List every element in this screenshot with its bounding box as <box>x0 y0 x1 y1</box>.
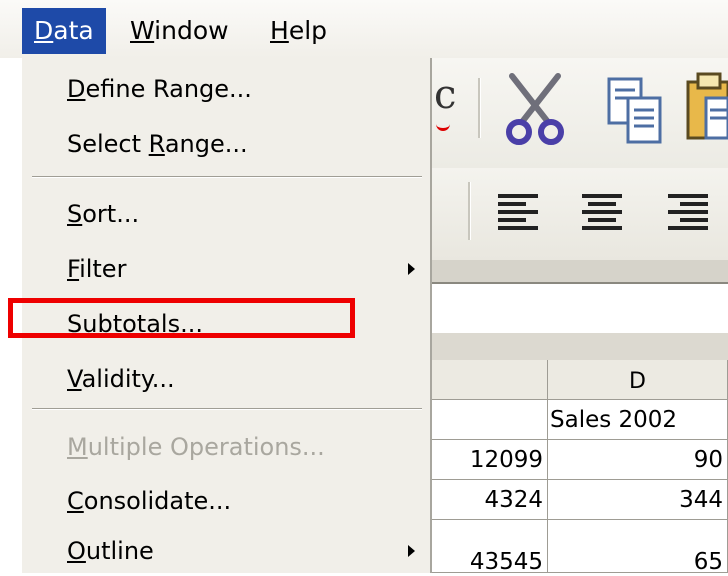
cut-icon[interactable] <box>502 72 568 146</box>
table-cell[interactable]: 344 <box>548 480 728 520</box>
menu-data-label-post: ata <box>53 16 94 45</box>
menu-item-label: ange... <box>164 130 248 158</box>
menu-item-sort[interactable]: Sort... <box>22 189 428 239</box>
table-cell[interactable]: 12099 <box>432 440 548 480</box>
menu-window-label-post: indow <box>154 16 229 45</box>
menu-data-label-mnemonic: D <box>34 16 54 45</box>
align-right-icon[interactable] <box>668 192 708 232</box>
paste-icon[interactable] <box>686 68 728 148</box>
copy-icon[interactable] <box>606 76 666 146</box>
menu-item-mnemonic: R <box>148 130 165 158</box>
menu-item-label: ilter <box>79 255 127 283</box>
table-cell[interactable]: 43545 <box>432 520 548 573</box>
toolbar-partial-icon[interactable]: c <box>434 72 456 118</box>
menu-item-mnemonic: D <box>67 75 86 103</box>
menu-window-label-mnemonic: W <box>130 16 155 45</box>
menu-item-label: efine Range... <box>85 75 252 103</box>
menu-item-mnemonic: V <box>67 365 82 393</box>
menu-item-multiple-operations: Multiple Operations... <box>22 422 428 472</box>
toolbar-bottom-border <box>432 260 728 282</box>
spellcheck-mark-icon <box>436 120 450 131</box>
menu-separator <box>32 408 422 410</box>
menu-data[interactable]: Data <box>22 8 106 54</box>
app-window: Data Window Help c D Sales 2002 12099 90… <box>0 0 728 573</box>
table-cell[interactable]: 90 <box>548 440 728 480</box>
submenu-arrow-icon <box>408 263 415 275</box>
menu-item-label: utline <box>85 537 154 565</box>
submenu-arrow-icon <box>408 545 415 557</box>
menu-item-mnemonic: M <box>67 433 88 461</box>
formatting-toolbar <box>432 168 728 260</box>
menu-item-label: alidity... <box>81 365 175 393</box>
toolbar-separator <box>468 182 471 240</box>
table-cell[interactable]: 4324 <box>432 480 548 520</box>
menu-separator <box>32 176 422 178</box>
align-left-icon[interactable] <box>498 192 538 232</box>
menu-item-consolidate[interactable]: Consolidate... <box>22 476 428 526</box>
subtotals-highlight-box <box>8 298 355 338</box>
menu-item-label: onsolidate... <box>83 487 232 515</box>
menu-help-label-post: elp <box>288 16 328 45</box>
menu-item-define-range[interactable]: Define Range... <box>22 64 428 114</box>
menu-item-mnemonic: C <box>67 487 84 515</box>
menu-bar: Data Window Help <box>0 0 728 58</box>
formula-input[interactable] <box>432 282 728 335</box>
menu-item-label: ort... <box>82 200 140 228</box>
menu-window[interactable]: Window <box>118 8 241 54</box>
menu-item-mnemonic: S <box>67 200 83 228</box>
menu-help-label-mnemonic: H <box>270 16 289 45</box>
menu-item-filter[interactable]: Filter <box>22 244 428 294</box>
menu-item-mnemonic: O <box>67 537 86 565</box>
align-center-icon[interactable] <box>582 192 622 232</box>
column-header-d[interactable]: D <box>548 360 728 400</box>
menu-item-label: ultiple Operations... <box>87 433 325 461</box>
menu-item-outline[interactable]: Outline <box>22 526 428 576</box>
toolbar-separator <box>478 78 481 138</box>
table-cell[interactable]: 65 <box>548 520 728 573</box>
menu-item-mnemonic: F <box>67 255 80 283</box>
sheet-top-gap <box>432 333 728 360</box>
menu-item-label: Select <box>67 130 149 158</box>
standard-toolbar: c <box>432 58 728 168</box>
menu-item-validity[interactable]: Validity... <box>22 354 428 404</box>
table-cell-header-sales[interactable]: Sales 2002 <box>548 400 728 440</box>
menu-item-select-range[interactable]: Select Range... <box>22 119 428 169</box>
table-cell[interactable] <box>432 400 548 440</box>
column-header-c[interactable] <box>432 360 548 400</box>
menu-help[interactable]: Help <box>258 8 339 54</box>
